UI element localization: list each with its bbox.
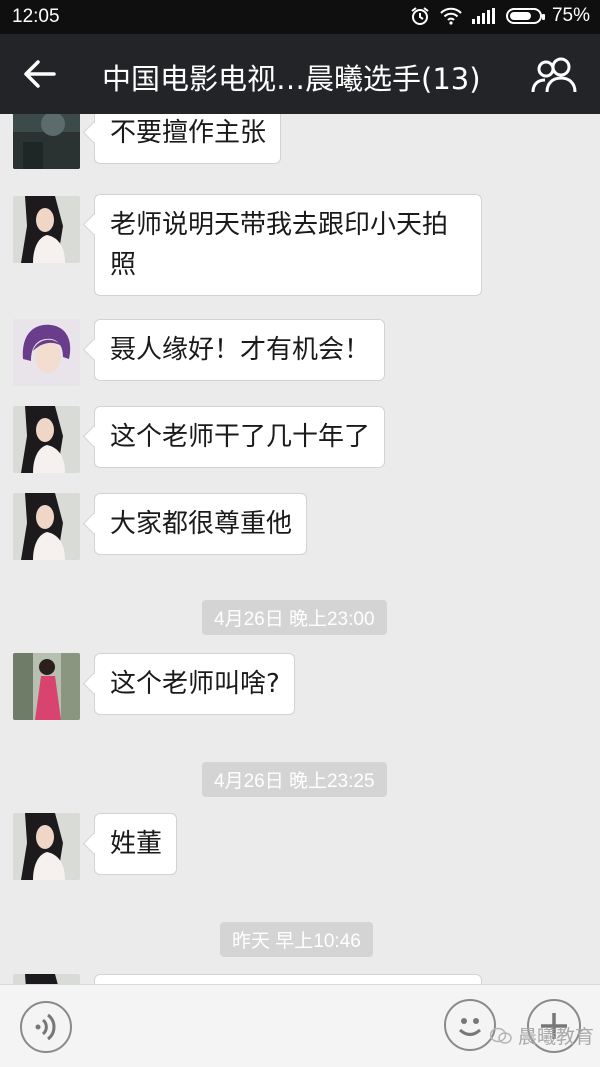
watermark: 晨曦教育: [489, 1022, 595, 1049]
timestamp-divider: 4月26日 晚上23:25: [202, 762, 387, 797]
message-text: 姓董: [110, 829, 163, 859]
group-members-icon[interactable]: [530, 56, 578, 94]
message-bubble[interactable]: 姓董: [94, 813, 178, 875]
message-bubble[interactable]: 聂人缘好！才有机会！: [94, 319, 386, 381]
chat-header: 中国电影电视…晨曦选手(13): [0, 34, 600, 114]
purple-hair-avatar: [13, 319, 80, 386]
woman-red-dress-avatar: [13, 653, 80, 720]
battery-percent: 75%: [551, 5, 590, 26]
emoji-button[interactable]: [444, 999, 496, 1051]
message-text-line: 照: [110, 250, 137, 280]
message-text: 这个老师叫啥?: [110, 669, 280, 699]
status-icons: 75%: [410, 5, 590, 27]
signal-icon: [471, 8, 495, 24]
watermark-text: 晨曦教育: [518, 1026, 595, 1048]
smiley-icon: [458, 1018, 482, 1036]
woman-white-dress-avatar: [13, 406, 80, 473]
avatar[interactable]: [13, 114, 80, 169]
message-text-line: 老师说明天带我去跟印小天拍: [110, 210, 449, 240]
battery-level-fill: [509, 12, 531, 20]
woman-white-dress-avatar: [13, 813, 80, 880]
back-arrow-icon[interactable]: [20, 56, 60, 92]
dark-photo-avatar: [13, 114, 80, 169]
woman-white-dress-avatar: [13, 196, 80, 263]
message-bubble[interactable]: 大家都很尊重他: [94, 493, 308, 555]
avatar[interactable]: [13, 319, 80, 386]
avatar[interactable]: [13, 653, 80, 720]
avatar[interactable]: [13, 813, 80, 880]
battery-icon: [505, 8, 545, 24]
timestamp-divider: 4月26日 晚上23:00: [202, 600, 387, 635]
message-list[interactable]: 不要擅作主张 老师说明天带我去跟印小天拍 照 聂人缘好！才有机会！ 这个老师干了…: [0, 114, 600, 984]
avatar[interactable]: [13, 196, 80, 263]
message-bubble[interactable]: 这个老师干了几十年了: [94, 406, 386, 468]
avatar[interactable]: [13, 406, 80, 473]
wifi-icon: [440, 7, 462, 25]
timestamp-divider: 昨天 早上10:46: [220, 922, 373, 957]
voice-button[interactable]: [20, 1001, 72, 1053]
status-time: 12:05: [12, 6, 60, 27]
status-bar: 12:05 75%: [0, 0, 600, 34]
avatar[interactable]: [13, 974, 80, 984]
alarm-icon: [411, 7, 429, 25]
woman-white-dress-avatar: [13, 974, 80, 984]
message-bubble[interactable]: [94, 974, 482, 984]
chat-title: 中国电影电视…晨曦选手(13): [102, 62, 481, 96]
message-bubble[interactable]: 这个老师叫啥?: [94, 653, 295, 715]
message-text: 大家都很尊重他: [110, 509, 293, 539]
wechat-logo-icon: [489, 1027, 512, 1044]
message-bubble[interactable]: 老师说明天带我去跟印小天拍 照: [94, 194, 482, 296]
voice-icon: [35, 1013, 56, 1041]
message-text: 这个老师干了几十年了: [110, 422, 371, 452]
avatar[interactable]: [13, 493, 80, 560]
message-text: 聂人缘好！才有机会！: [110, 335, 371, 365]
message-text: 不要擅作主张: [110, 118, 267, 148]
woman-white-dress-avatar: [13, 493, 80, 560]
message-bubble[interactable]: 不要擅作主张: [94, 114, 282, 164]
